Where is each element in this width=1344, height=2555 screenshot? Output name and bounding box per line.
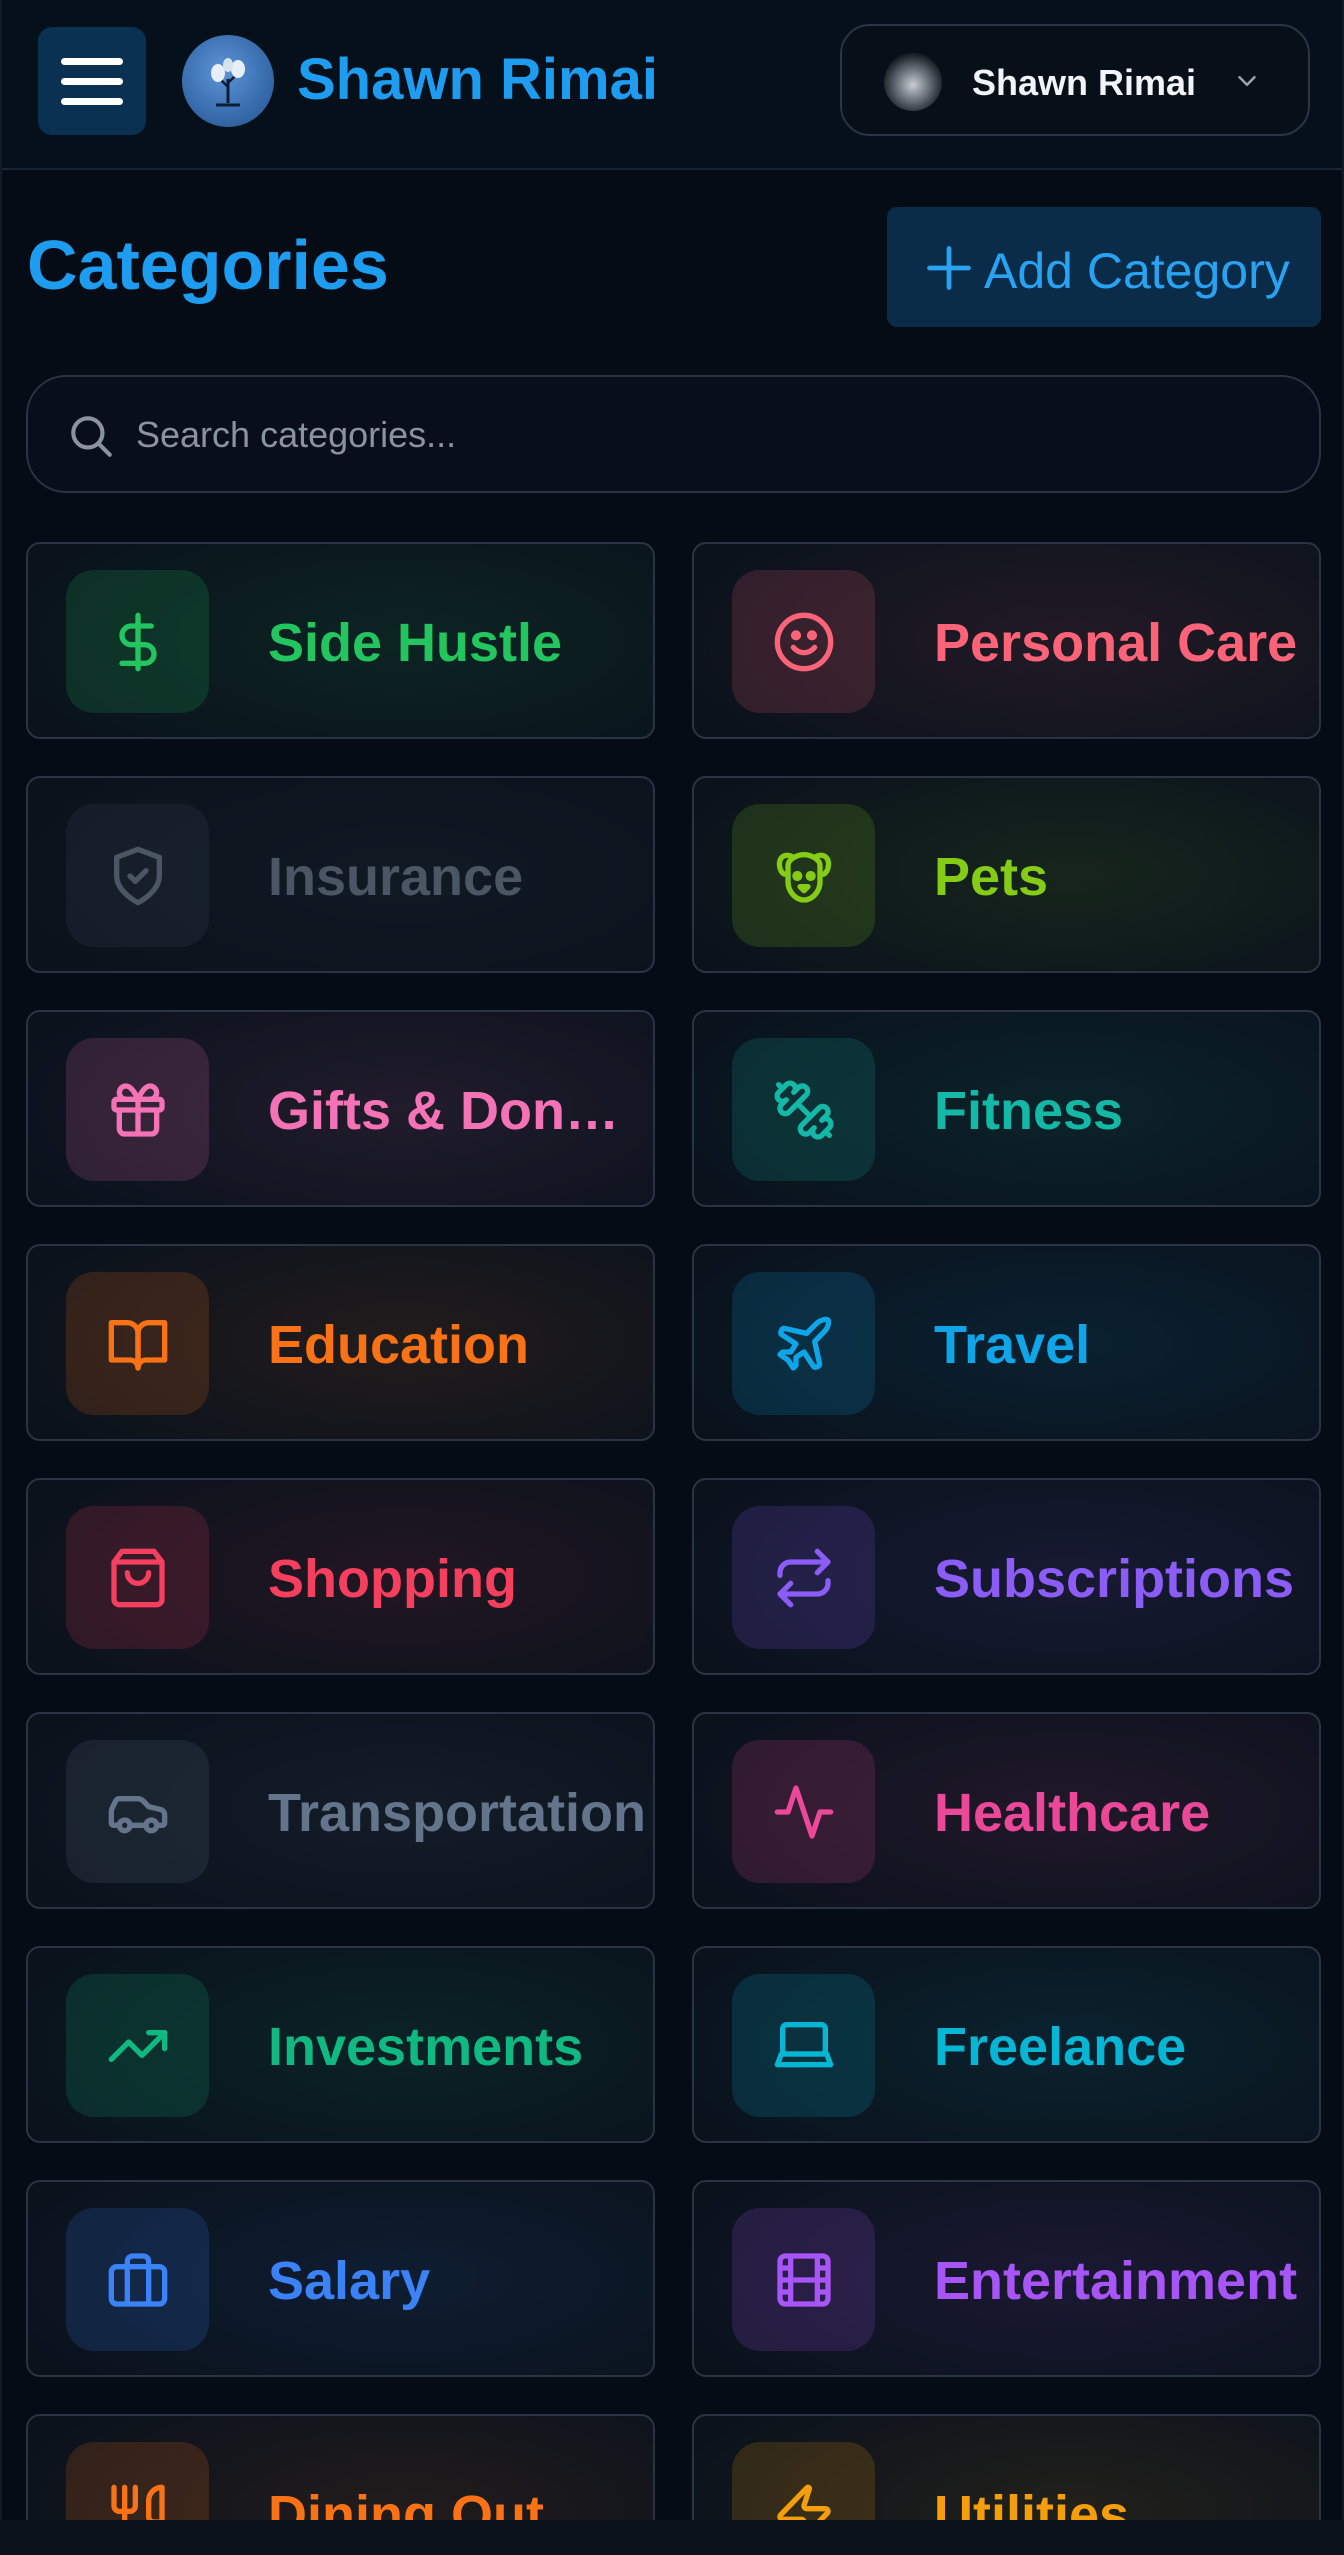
laptop-icon (774, 2021, 833, 2067)
category-card[interactable]: Side Hustle (26, 542, 655, 739)
trending-up-icon (108, 2029, 167, 2062)
category-card[interactable]: Education (26, 1244, 655, 1441)
bottom-bar (0, 2520, 1344, 2555)
category-card[interactable]: Travel (692, 1244, 1321, 1441)
tree-logo-icon (211, 58, 245, 107)
category-card[interactable]: Insurance (26, 776, 655, 973)
category-card[interactable]: Fitness (692, 1010, 1321, 1207)
category-card[interactable]: Utilities (692, 2414, 1321, 2520)
category-icon-box (732, 570, 875, 713)
user-menu-button[interactable]: Shawn Rimai (840, 24, 1310, 136)
category-name: Pets (934, 847, 1049, 907)
repeat-icon (776, 1548, 831, 1607)
category-name: Shopping (268, 1549, 517, 1609)
category-icon-box (66, 2208, 209, 2351)
category-name: Side Hustle (268, 613, 563, 673)
zap-icon (776, 2484, 831, 2520)
category-icon-box (66, 804, 209, 947)
category-icon-box (732, 2208, 875, 2351)
category-icon-box (66, 1038, 209, 1181)
category-name: Insurance (268, 847, 524, 907)
category-name: Fitness (934, 1081, 1124, 1141)
category-name: Travel (934, 1315, 1091, 1375)
category-card[interactable]: Shopping (26, 1478, 655, 1675)
category-card[interactable]: Dining Out (26, 2414, 655, 2520)
category-card[interactable]: Freelance (692, 1946, 1321, 2143)
avatar (884, 53, 942, 111)
search-icon (71, 416, 112, 457)
category-card[interactable]: Entertainment (692, 2180, 1321, 2377)
menu-icon-bar (61, 57, 123, 65)
category-icon-box (732, 1974, 875, 2117)
category-card[interactable]: Personal Care (692, 542, 1321, 739)
menu-icon-bar (61, 97, 123, 105)
category-icon-box (66, 1272, 209, 1415)
plane-icon (776, 1316, 831, 1371)
add-category-button[interactable]: Add Category (887, 207, 1321, 327)
category-icon-box (732, 1740, 875, 1883)
category-name: Transportation (268, 1783, 647, 1843)
category-icon-box (66, 1974, 209, 2117)
dumbbell-icon (773, 1079, 834, 1140)
category-name: Subscriptions (934, 1549, 1295, 1609)
category-icon-box (732, 1272, 875, 1415)
top-header: Shawn Rimai Shawn Rimai (2, 0, 1342, 170)
shield-check-icon (113, 846, 162, 905)
brand-logo-icon[interactable] (182, 35, 274, 127)
category-card[interactable]: Investments (26, 1946, 655, 2143)
category-card[interactable]: Transportation (26, 1712, 655, 1909)
category-icon-box (66, 1506, 209, 1649)
menu-button[interactable] (38, 27, 146, 135)
category-icon-box (66, 570, 209, 713)
search-input[interactable] (136, 405, 1286, 465)
category-icon-box (732, 1506, 875, 1649)
category-name: Investments (268, 2017, 584, 2077)
category-card[interactable]: Gifts & Donations (26, 1010, 655, 1207)
user-name: Shawn Rimai (972, 62, 1197, 103)
page-title: Categories (27, 226, 389, 304)
category-icon-box (732, 1038, 875, 1181)
app-frame: Shawn Rimai Shawn Rimai Categories Add C… (0, 0, 1344, 2520)
add-category-label: Add Category (984, 243, 1290, 299)
search-bar[interactable] (26, 375, 1321, 493)
category-card[interactable]: Salary (26, 2180, 655, 2377)
category-name: Personal Care (934, 613, 1298, 673)
category-name: Healthcare (934, 1783, 1211, 1843)
dollar-icon (118, 612, 157, 671)
smile-icon (774, 612, 833, 671)
shopping-bag-icon (110, 1548, 165, 1607)
category-name: Salary (268, 2251, 431, 2311)
film-icon (776, 2252, 831, 2307)
category-name: Entertainment (934, 2251, 1298, 2311)
category-icon-box (66, 2442, 209, 2520)
category-icon-box (66, 1740, 209, 1883)
category-card[interactable]: Healthcare (692, 1712, 1321, 1909)
category-name: Gifts & Donations (268, 1081, 648, 1141)
chevron-down-icon (1238, 76, 1256, 86)
category-name: Utilities (934, 2485, 1130, 2520)
book-icon (108, 1319, 167, 1371)
activity-icon (774, 1784, 833, 1839)
category-card[interactable]: Pets (692, 776, 1321, 973)
category-name: Dining Out (268, 2485, 544, 2520)
brand-title[interactable]: Shawn Rimai (297, 46, 658, 113)
category-icon-box (732, 2442, 875, 2520)
category-name: Education (268, 1315, 530, 1375)
utensils-icon (110, 2484, 165, 2520)
briefcase-icon (108, 2252, 167, 2307)
dog-icon (776, 851, 831, 903)
category-name: Freelance (934, 2017, 1187, 2077)
menu-icon-bar (61, 77, 123, 85)
category-card[interactable]: Subscriptions (692, 1478, 1321, 1675)
car-icon (108, 1795, 167, 1833)
category-icon-box (732, 804, 875, 947)
plus-icon (927, 246, 971, 290)
gift-icon (110, 1082, 165, 1137)
